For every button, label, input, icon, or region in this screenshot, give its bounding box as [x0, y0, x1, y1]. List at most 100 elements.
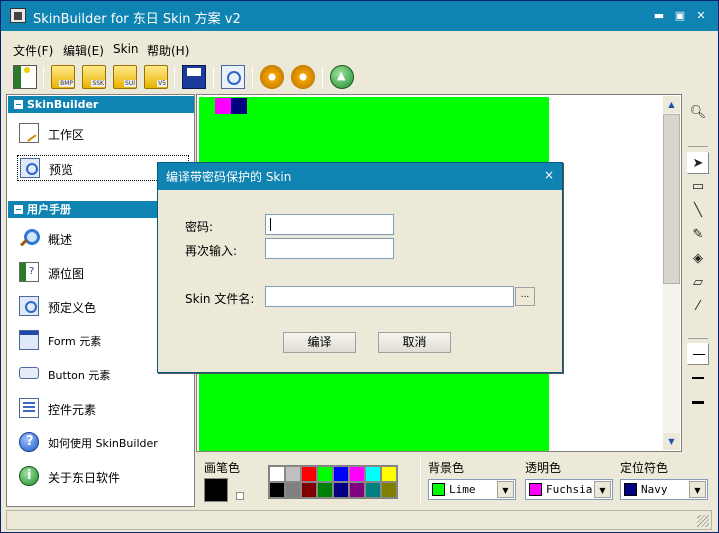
open-bmp-icon[interactable]: BMP	[51, 65, 75, 89]
browse-button[interactable]: ...	[515, 287, 535, 306]
sidebar-item-label: Form 元素	[48, 335, 102, 348]
color-swatch[interactable]	[317, 466, 333, 482]
color-grid	[268, 465, 398, 499]
status-bar	[6, 510, 712, 530]
sidebar-item-label: Button 元素	[48, 369, 111, 382]
scroll-down-icon[interactable]: ▼	[663, 433, 680, 450]
button-element-icon	[19, 367, 39, 379]
menu-edit[interactable]: 编辑(E)	[63, 42, 104, 59]
color-swatch[interactable]	[333, 466, 349, 482]
overview-icon	[19, 228, 40, 248]
toolbar-separator	[43, 67, 44, 89]
transparent-color-select[interactable]: Fuchsia ▼	[525, 479, 613, 500]
compile-icon[interactable]	[260, 65, 284, 89]
eraser-icon[interactable]: ▱	[687, 272, 709, 294]
background-color-select[interactable]: Lime ▼	[428, 479, 516, 500]
locator-color-select[interactable]: Navy ▼	[620, 479, 708, 500]
color-swatch[interactable]	[269, 482, 285, 498]
sidebar-item-label: 源位图	[48, 267, 85, 281]
open-ssk-icon[interactable]: SSK	[82, 65, 106, 89]
collapse-icon[interactable]	[14, 100, 23, 109]
dialog-close-icon[interactable]: ×	[544, 168, 554, 182]
compile-button[interactable]: 编译	[283, 332, 356, 353]
open-sui-icon[interactable]: SUI	[113, 65, 137, 89]
color-swatch[interactable]	[365, 482, 381, 498]
menu-skin[interactable]: Skin	[113, 42, 139, 56]
pencil-icon[interactable]: ✎	[687, 224, 709, 246]
tool-separator	[688, 338, 708, 339]
color-swatch[interactable]	[365, 466, 381, 482]
sidebar-item-workspace[interactable]: 工作区	[17, 121, 189, 147]
locator-color-value: Navy	[641, 483, 668, 496]
preview-icon	[20, 158, 40, 178]
section-header-skinbuilder[interactable]: SkinBuilder	[8, 96, 194, 113]
background-color-value: Lime	[449, 483, 476, 496]
color-swatch[interactable]	[301, 466, 317, 482]
resize-grip[interactable]	[697, 515, 709, 527]
line-icon[interactable]: ╲	[687, 200, 709, 222]
sidebar-item-control-element[interactable]: 控件元素	[17, 396, 189, 422]
compile-password-dialog: 编译带密码保护的 Skin × 密码: 再次输入: Skin 文件名: ... …	[157, 162, 563, 373]
locator-color-label: 定位符色	[620, 461, 669, 475]
scroll-up-icon[interactable]: ▲	[663, 96, 680, 113]
save-icon[interactable]	[182, 65, 206, 89]
color-swatch[interactable]	[381, 482, 397, 498]
sidebar-item-label: 控件元素	[48, 403, 97, 417]
dialog-title-bar[interactable]: 编译带密码保护的 Skin ×	[158, 163, 562, 190]
locator-color-swatch	[624, 483, 637, 496]
chevron-down-icon[interactable]: ▼	[497, 481, 514, 498]
skin-filename-label: Skin 文件名:	[185, 292, 255, 306]
title-bar[interactable]: SkinBuilder for 东日 Skin 方案 v2 ▬ ▣ ✕	[1, 1, 718, 31]
pen-color-swatch[interactable]	[204, 478, 228, 502]
color-swatch[interactable]	[285, 466, 301, 482]
app-icon[interactable]	[10, 8, 26, 23]
menu-file[interactable]: 文件(F)	[13, 42, 53, 59]
sidebar-item-label: 概述	[48, 233, 73, 247]
chevron-down-icon[interactable]: ▼	[594, 481, 611, 498]
pen-secondary-swatch[interactable]	[236, 492, 244, 500]
color-swatch[interactable]	[269, 466, 285, 482]
scroll-thumb[interactable]	[663, 114, 680, 284]
tool-palette: 🔍︎ ➤ ▭ ╲ ✎ ◈ ▱ ⁄	[684, 94, 712, 452]
fill-icon[interactable]: ◈	[687, 248, 709, 270]
color-swatch[interactable]	[317, 482, 333, 498]
canvas-pixel-fuchsia	[215, 98, 231, 114]
minimize-button[interactable]: ▬	[652, 10, 666, 22]
menu-bar: 文件(F) 编辑(E) Skin 帮助(H)	[1, 39, 718, 61]
pointer-icon[interactable]: ➤	[687, 152, 709, 174]
color-swatch[interactable]	[301, 482, 317, 498]
confirm-password-label: 再次输入:	[185, 244, 238, 258]
collapse-icon[interactable]	[14, 205, 23, 214]
line-thick-icon[interactable]	[687, 391, 709, 413]
sidebar-item-about[interactable]: 关于东日软件	[17, 464, 189, 490]
eyedropper-icon[interactable]: ⁄	[687, 296, 709, 318]
compile-protected-icon[interactable]	[291, 65, 315, 89]
color-swatch[interactable]	[381, 466, 397, 482]
line-thin-icon[interactable]	[687, 343, 709, 365]
color-swatch[interactable]	[285, 482, 301, 498]
cancel-button[interactable]: 取消	[378, 332, 451, 353]
line-medium-icon[interactable]	[687, 367, 709, 389]
maximize-button[interactable]: ▣	[673, 10, 687, 22]
source-bitmap-icon	[19, 262, 39, 282]
sidebar-item-how-to-use[interactable]: 如何使用 SkinBuilder	[17, 430, 189, 456]
color-swatch[interactable]	[333, 482, 349, 498]
transparent-color-swatch	[529, 483, 542, 496]
confirm-password-input[interactable]	[265, 238, 394, 259]
password-input[interactable]	[265, 214, 394, 235]
preview-icon[interactable]	[221, 65, 245, 89]
rectangle-icon[interactable]: ▭	[687, 176, 709, 198]
vertical-scrollbar[interactable]: ▲ ▼	[663, 96, 680, 450]
control-element-icon	[19, 398, 39, 418]
skin-filename-input[interactable]	[265, 286, 514, 307]
color-swatch[interactable]	[349, 482, 365, 498]
open-vs-icon[interactable]: V5	[144, 65, 168, 89]
new-icon[interactable]	[13, 65, 37, 89]
zoom-icon[interactable]: 🔍︎	[687, 102, 709, 124]
chevron-down-icon[interactable]: ▼	[689, 481, 706, 498]
menu-help[interactable]: 帮助(H)	[147, 42, 189, 59]
publish-icon[interactable]	[330, 65, 354, 89]
color-swatch[interactable]	[349, 466, 365, 482]
background-color-label: 背景色	[428, 461, 465, 475]
close-button[interactable]: ✕	[694, 10, 708, 22]
